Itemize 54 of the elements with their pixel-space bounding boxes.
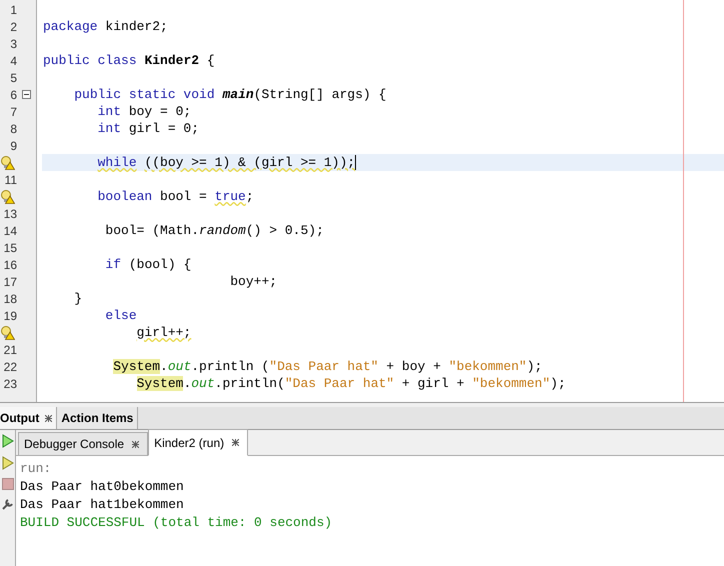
collapse-icon[interactable]	[22, 90, 31, 99]
console-tab[interactable]: Kinder2 (run)	[148, 429, 248, 456]
code-line: }	[73, 291, 82, 306]
stop-icon[interactable]	[2, 478, 14, 490]
code-line: package kinder2;	[43, 19, 168, 34]
line-number: 11	[4, 172, 17, 186]
line-number: 22	[2, 360, 17, 374]
code-line: System.out.println("Das Paar hat" + girl + "bekommen");	[136, 376, 566, 391]
line-number: 15	[2, 240, 17, 254]
console-tab[interactable]: Debugger Console	[18, 432, 148, 455]
run-icon[interactable]	[2, 456, 14, 470]
panel-tab[interactable]: Action Items	[57, 407, 138, 429]
line-number: 21	[2, 342, 17, 356]
line-number: 13	[2, 206, 17, 220]
line-number: 23	[2, 376, 17, 390]
code-line: public static void main(String[] args) {	[73, 87, 386, 102]
panel-tab[interactable]: Output	[0, 407, 58, 429]
run-icon[interactable]	[2, 434, 14, 448]
line-number: 9	[9, 138, 17, 152]
code-line: else	[104, 308, 137, 323]
code-line: while ((boy >= 1) & (girl >= 1));	[96, 155, 356, 170]
line-number: 3	[9, 36, 17, 50]
line-number: 19	[2, 308, 17, 322]
output-line: run:	[20, 461, 52, 478]
code-line: int boy = 0;	[96, 104, 192, 119]
code-line: boolean bool = true;	[96, 189, 254, 204]
output-line: Das Paar hat0bekommen	[20, 479, 185, 496]
line-number: 6	[9, 88, 17, 102]
code-line: girl++;	[136, 325, 192, 340]
line-number: 2	[9, 20, 17, 34]
wrench-icon[interactable]	[1, 498, 14, 511]
code-line: System.out.println ("Das Paar hat" + boy + "bekommen");	[112, 359, 542, 374]
line-number: 7	[9, 104, 17, 118]
code-line: boy++;	[229, 274, 278, 289]
close-icon[interactable]	[45, 414, 52, 422]
warning-bulb-icon[interactable]	[0, 155, 15, 170]
line-number: 18	[2, 292, 17, 306]
close-icon[interactable]	[232, 439, 240, 446]
code-line: bool= (Math.random() > 0.5);	[104, 223, 324, 238]
output-line: BUILD SUCCESSFUL (total time: 0 seconds)	[20, 515, 334, 532]
code-line: if (bool) {	[104, 257, 192, 272]
warning-bulb-icon[interactable]	[0, 189, 15, 204]
warning-bulb-icon[interactable]	[0, 325, 15, 340]
output-line: Das Paar hat1bekommen	[20, 497, 185, 514]
line-number: 8	[9, 122, 17, 136]
line-number: 4	[9, 54, 17, 68]
code-line: int girl = 0;	[96, 121, 200, 136]
line-number: 1	[9, 2, 17, 16]
line-number: 17	[2, 274, 17, 288]
line-number: 16	[2, 258, 17, 272]
code-line: public class Kinder2 {	[43, 53, 215, 68]
line-number: 14	[2, 224, 17, 238]
line-number: 5	[9, 70, 17, 84]
close-icon[interactable]	[132, 440, 140, 448]
